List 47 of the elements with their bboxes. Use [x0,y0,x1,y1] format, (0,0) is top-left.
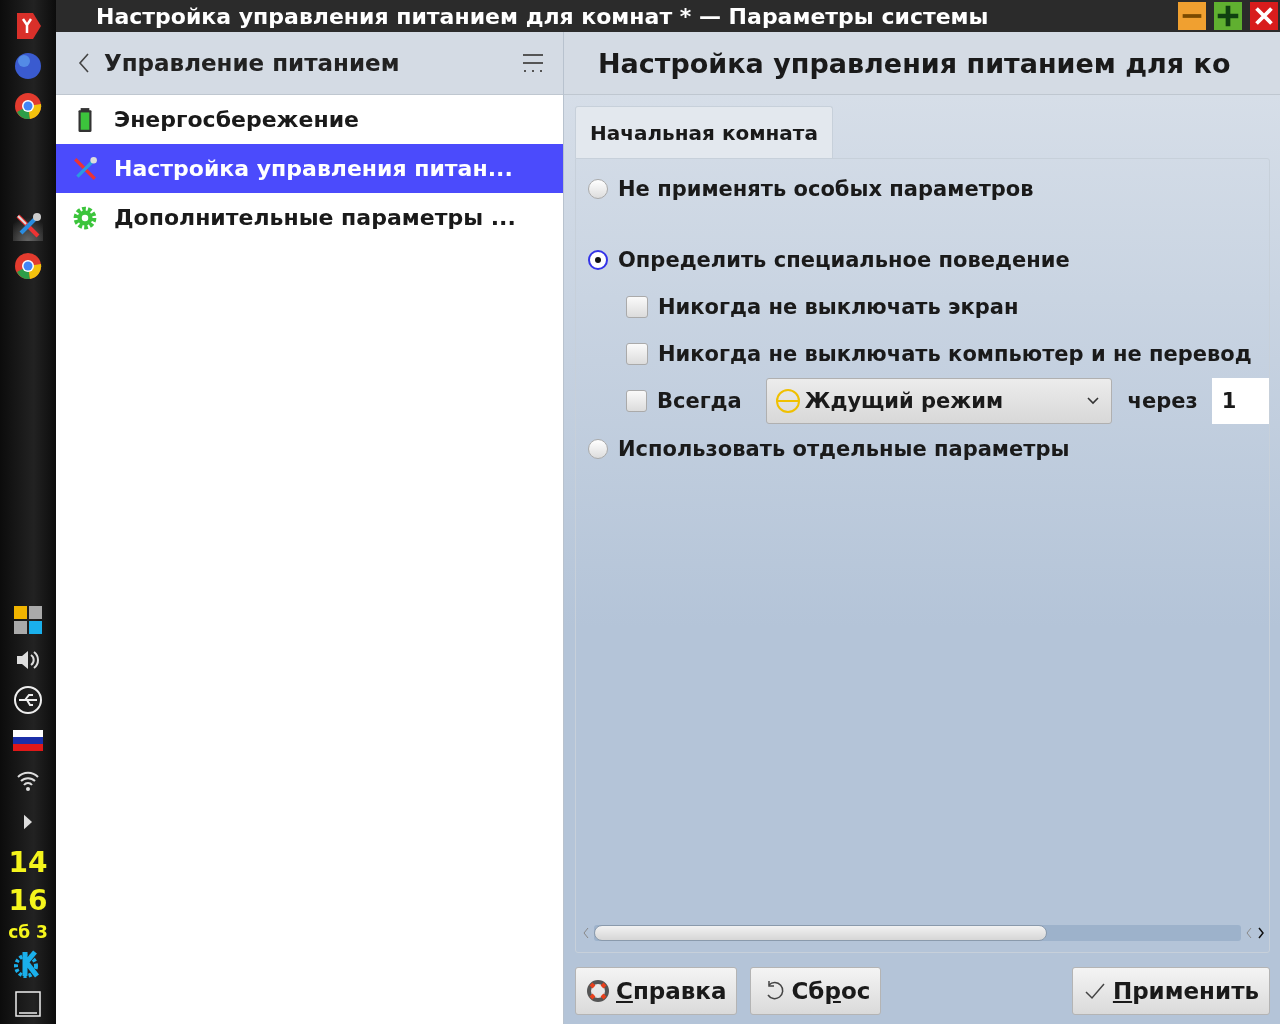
radio-button[interactable] [588,179,608,199]
sidebar-title: Управление питанием [104,50,401,76]
chrome-icon[interactable] [13,91,43,121]
apply-button[interactable]: Применить [1071,967,1270,1015]
sidebar-item[interactable]: Настройка управления питан... [56,144,563,193]
checkbox[interactable] [626,296,648,318]
radio-button[interactable] [588,250,608,270]
option-label: Использовать отдельные параметры [618,437,1070,461]
checkbox[interactable] [626,390,647,412]
globe-icon[interactable] [13,51,43,81]
delay-field[interactable]: 1 [1211,378,1269,424]
maximize-button[interactable] [1214,2,1242,30]
usb-icon[interactable] [13,685,43,715]
option-label: Определить специальное поведение [618,248,1070,272]
gear-icon [72,204,98,231]
scroll-right-icon[interactable] [1257,927,1265,939]
tab[interactable]: Начальная комната [575,106,833,158]
help-button[interactable]: Справка [575,967,738,1015]
page-title: Настройка управления питанием для ко [598,47,1231,79]
option-label: Всегда [656,389,742,413]
sidebar-item[interactable]: Энергосбережение [56,95,563,144]
tools-icon [72,155,98,182]
checkbox[interactable] [626,343,648,365]
clock-hours: 14 [8,845,48,881]
menu-icon[interactable] [521,51,545,75]
back-icon[interactable] [78,52,90,74]
minimize-button[interactable] [1178,2,1206,30]
horizontal-scrollbar[interactable] [582,922,1265,944]
option-label: Никогда не выключать компьютер и не перевод [658,342,1252,366]
option-label: Никогда не выключать экран [658,295,1019,319]
chrome-icon[interactable] [13,251,43,281]
layout-grid-icon[interactable] [13,605,43,635]
clock-date: сб 3 [8,921,48,944]
sleep-icon [774,388,801,414]
delay-label: через [1127,389,1198,413]
sidebar-item[interactable]: Дополнительные параметры ... [56,193,563,242]
reset-button[interactable]: Сброс [750,967,882,1015]
clock-minutes: 16 [8,883,48,919]
show-desktop-icon[interactable] [13,989,43,1019]
option-label: Не применять особых параметров [618,177,1034,201]
radio-button[interactable] [588,439,608,459]
help-icon [586,979,610,1003]
action-dropdown[interactable]: Ждущий режим [765,378,1112,424]
window-title: Настройка управления питанием для комнат * — Параметры системы [96,3,990,29]
scrollbar-thumb[interactable] [594,925,1047,941]
close-button[interactable] [1250,2,1278,30]
tools-icon[interactable] [13,211,43,241]
